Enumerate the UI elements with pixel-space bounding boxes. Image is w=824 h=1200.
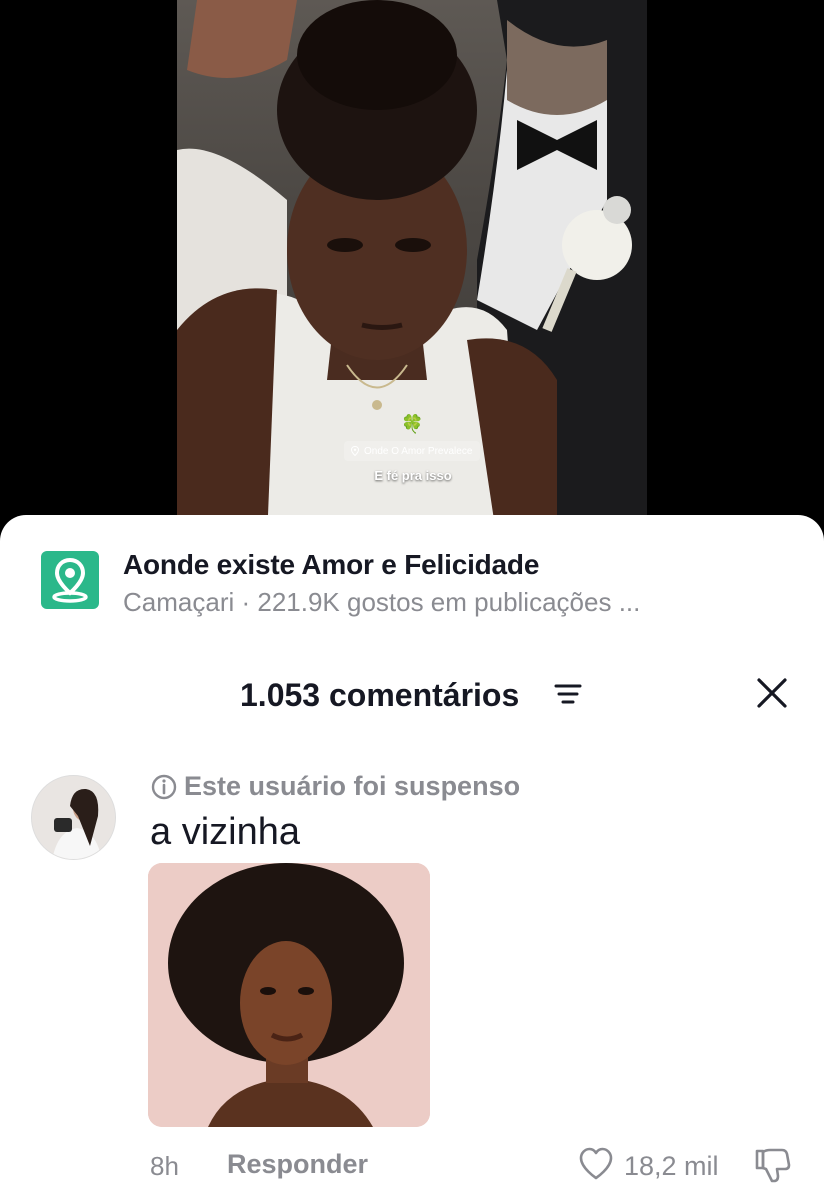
comment-text: a vizinha [150, 811, 300, 853]
comments-header: 1.053 comentários [0, 670, 824, 720]
like-count: 18,2 mil [624, 1151, 719, 1181]
thumbs-down-icon[interactable] [752, 1145, 792, 1185]
suspended-label: Este usuário foi suspenso [184, 771, 521, 801]
avatar-image [32, 776, 115, 859]
sort-icon[interactable] [554, 683, 582, 705]
comments-sheet: Aonde existe Amor e Felicidade Camaçari … [0, 515, 824, 1200]
place-icon-tile [41, 551, 99, 609]
video-location-chip[interactable]: Onde O Amor Prevalece [344, 441, 481, 461]
location-pin-icon [52, 557, 88, 603]
suspended-notice: Este usuário foi suspenso [150, 771, 520, 802]
place-subtitle: Camaçari · 221.9K gostos em publicações … [123, 587, 641, 617]
comment-image-illustration [148, 863, 430, 1127]
close-icon[interactable] [756, 677, 788, 709]
video-player[interactable]: 🍀 Onde O Amor Prevalece E fé pra isso [0, 0, 824, 540]
comments-count: 1.053 comentários [240, 677, 520, 713]
heart-icon[interactable] [577, 1145, 615, 1183]
comment-image[interactable] [148, 863, 430, 1127]
clover-emoji: 🍀 [401, 414, 424, 434]
reply-button[interactable]: Responder [227, 1149, 368, 1180]
avatar[interactable] [31, 775, 116, 860]
location-pin-icon [350, 446, 360, 456]
comment-time: 8h [150, 1151, 179, 1181]
info-icon [151, 774, 177, 799]
comment-meta: 8h Responder 18,2 mil [0, 1147, 824, 1191]
place-banner[interactable]: Aonde existe Amor e Felicidade Camaçari … [41, 549, 641, 618]
video-caption: E fé pra isso [374, 468, 452, 483]
place-title: Aonde existe Amor e Felicidade [123, 549, 540, 580]
video-location-label: Onde O Amor Prevalece [364, 445, 473, 457]
